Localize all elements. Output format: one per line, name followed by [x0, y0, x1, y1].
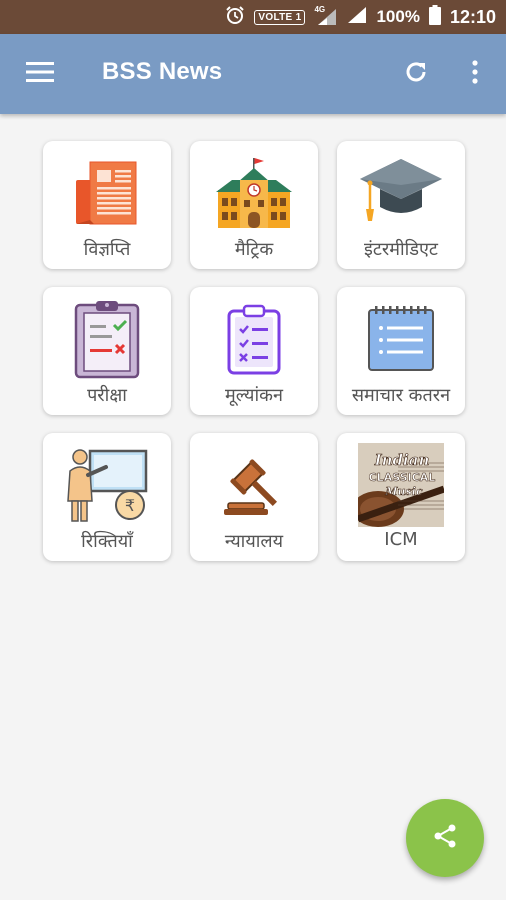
tile-label: इंटरमीडिएट [363, 239, 438, 260]
clock: 12:10 [449, 6, 496, 27]
signal-4g-icon: 4G [314, 5, 338, 27]
app-bar: BSS News [0, 34, 506, 114]
share-icon [432, 823, 458, 854]
share-fab[interactable] [406, 799, 484, 877]
exam-clipboard-icon [43, 299, 171, 379]
hamburger-menu-icon [26, 61, 54, 88]
evaluation-checklist-icon [190, 299, 318, 379]
category-grid: विज्ञप्ति मैट्रिक इंटरमीडिएट परीक्षा मूल… [43, 141, 465, 561]
refresh-icon [403, 59, 429, 90]
battery-icon [428, 4, 441, 30]
tile-intermediate[interactable]: इंटरमीडिएट [337, 141, 465, 269]
tile-label: परीक्षा [87, 385, 127, 406]
menu-button[interactable] [20, 56, 60, 92]
svg-text:CLASSICAL: CLASSICAL [369, 471, 436, 484]
more-vert-icon [471, 59, 479, 89]
tile-label: मूल्यांकन [225, 385, 283, 406]
tile-vigyapti[interactable]: विज्ञप्ति [43, 141, 171, 269]
tile-riktiyan[interactable]: ₹ रिक्तियाँ [43, 433, 171, 561]
school-building-icon [190, 153, 318, 233]
svg-text:Music: Music [384, 485, 423, 498]
vacancy-teacher-icon: ₹ [43, 445, 171, 525]
app-title: BSS News [102, 58, 223, 85]
tile-label: न्यायालय [224, 531, 284, 552]
tile-label: समाचार कतरन [351, 385, 451, 406]
more-options-button[interactable] [460, 56, 490, 92]
tile-icm[interactable]: Indian CLASSICAL Music ICM [337, 433, 465, 561]
tile-mulyankan[interactable]: मूल्यांकन [190, 287, 318, 415]
svg-text:₹: ₹ [125, 496, 135, 515]
tile-pariksha[interactable]: परीक्षा [43, 287, 171, 415]
tile-nyayalay[interactable]: न्यायालय [190, 433, 318, 561]
status-icons: VOLTE 1 4G 100% 12:10 [225, 0, 496, 34]
notepad-icon [337, 299, 465, 379]
graduation-cap-icon [337, 153, 465, 233]
signal-icon [347, 6, 367, 29]
indian-classical-music-image: Indian CLASSICAL Music [337, 443, 465, 527]
gavel-icon [190, 445, 318, 525]
tile-label: रिक्तियाँ [81, 531, 133, 552]
tile-samachar-katran[interactable]: समाचार कतरन [337, 287, 465, 415]
tile-label: ICM [384, 529, 418, 550]
tile-label: मैट्रिक [234, 239, 274, 260]
svg-text:Indian: Indian [374, 451, 430, 469]
volte-badge: VOLTE 1 [254, 9, 306, 25]
tile-label: विज्ञप्ति [83, 239, 131, 260]
status-bar: VOLTE 1 4G 100% 12:10 [0, 0, 506, 34]
newspaper-icon [43, 153, 171, 233]
battery-percent: 100% [376, 7, 420, 26]
refresh-button[interactable] [398, 56, 434, 92]
alarm-icon [225, 5, 245, 30]
tile-matric[interactable]: मैट्रिक [190, 141, 318, 269]
